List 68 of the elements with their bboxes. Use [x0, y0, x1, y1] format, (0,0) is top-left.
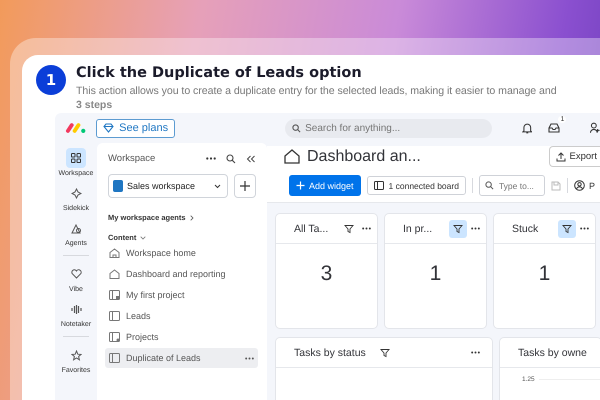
workspace-icon: [113, 180, 123, 192]
step-description: This action allows you to create a duplicate entry for the selected leads, making it easier to manage and: [76, 85, 557, 97]
chevron-down-icon: [140, 236, 146, 240]
sound-wave-icon: [70, 304, 82, 314]
step-number: 1: [36, 65, 66, 95]
inbox-icon[interactable]: [548, 123, 560, 133]
sidebar-item[interactable]: My first project: [105, 285, 258, 305]
more-icon[interactable]: [471, 351, 480, 354]
more-icon[interactable]: [471, 227, 480, 230]
search-icon: [292, 124, 302, 132]
widget-value: 3: [320, 261, 334, 287]
person-icon: [574, 180, 585, 191]
search-icon[interactable]: [226, 154, 236, 164]
search-field[interactable]: Search for anything...: [285, 118, 492, 138]
dashboard-title: Dashboard an...: [307, 148, 422, 166]
chevron-right-icon: [190, 214, 194, 220]
widget-title: Tasks by status: [294, 346, 366, 358]
board-icon: [109, 290, 120, 300]
widget-value: 1: [538, 261, 552, 287]
more-icon[interactable]: [245, 356, 254, 360]
logo-icon: [65, 122, 86, 134]
connected-board-button[interactable]: 1 connected board: [366, 176, 466, 195]
home-icon: [109, 248, 120, 258]
heart-icon: [70, 269, 82, 279]
workspace-dropdown[interactable]: Sales workspace: [108, 174, 228, 198]
step-count: 3 steps: [76, 99, 114, 111]
board-icon: [109, 353, 120, 363]
chevron-down-icon: [214, 184, 221, 188]
add-person-icon[interactable]: [590, 122, 600, 134]
board-icon: [109, 332, 120, 342]
sidebar-item[interactable]: Duplicate of Leads: [105, 348, 258, 368]
plus-icon: [296, 181, 305, 190]
diamond-icon: [103, 123, 114, 133]
step-title: Click the Duplicate of Leads option: [76, 65, 363, 81]
widget-title: Tasks by owne: [518, 346, 588, 358]
filter-icon[interactable]: [558, 220, 576, 238]
search-icon: [484, 181, 494, 190]
filter-search-field[interactable]: Type to...: [478, 175, 545, 196]
board-icon: [109, 311, 120, 321]
widget-title: In pr...: [403, 222, 434, 234]
filter-icon[interactable]: [380, 348, 390, 358]
filter-icon[interactable]: [449, 220, 467, 238]
add-widget-button[interactable]: Add widget: [289, 175, 361, 196]
add-icon[interactable]: [234, 174, 256, 198]
house-icon: [284, 149, 300, 164]
person-filter-button[interactable]: P: [574, 180, 595, 191]
export-button[interactable]: Export: [548, 146, 600, 167]
panel-title: Workspace: [108, 153, 156, 164]
more-icon[interactable]: [362, 227, 371, 230]
sparkle-icon: [70, 188, 82, 198]
widget-title: All Ta...: [294, 222, 330, 234]
sidebar-item[interactable]: Workspace home: [105, 243, 258, 263]
sidebar-item[interactable]: Leads: [105, 306, 258, 326]
more-icon[interactable]: [206, 157, 216, 160]
star-icon: [70, 350, 82, 360]
see-plans-button[interactable]: See plans: [96, 118, 176, 138]
bell-icon[interactable]: [522, 122, 532, 134]
more-icon[interactable]: [580, 227, 589, 230]
agents-icon: [70, 222, 82, 234]
grid-icon: [71, 153, 81, 163]
board-icon: [374, 181, 384, 190]
collapse-icon[interactable]: [246, 154, 256, 162]
sidebar-item[interactable]: Projects: [105, 327, 258, 347]
sidebar-item[interactable]: Dashboard and reporting: [105, 264, 258, 284]
widget-title: Stuck: [512, 222, 540, 234]
widget-value: 1: [428, 261, 442, 287]
upload-icon: [556, 152, 566, 162]
house-icon: [109, 269, 120, 279]
